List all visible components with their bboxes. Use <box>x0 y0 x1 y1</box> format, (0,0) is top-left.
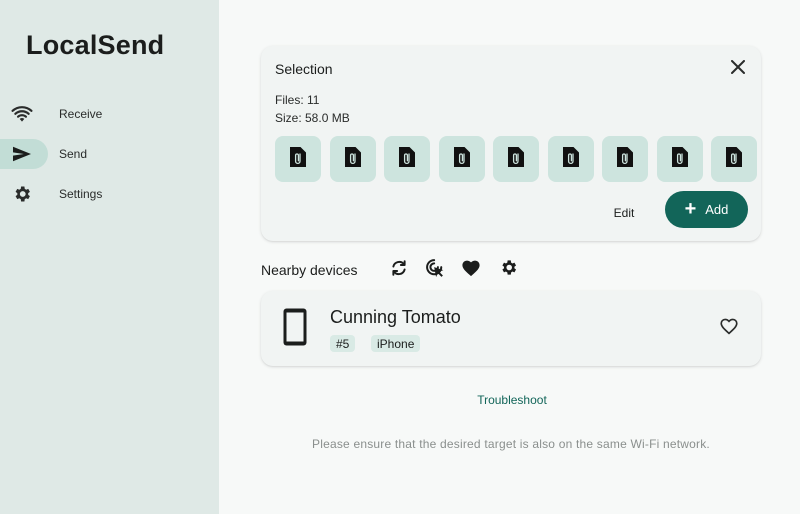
favorites-button[interactable] <box>461 260 481 280</box>
attachment-file-icon <box>671 146 689 173</box>
attachment-file-icon <box>725 146 743 173</box>
sidebar-item-settings-label[interactable]: Settings <box>59 187 102 201</box>
device-type-badge: iPhone <box>371 335 421 352</box>
network-hint: Please ensure that the desired target is… <box>312 437 710 451</box>
files-count: Files: 11 <box>275 93 320 107</box>
refresh-button[interactable] <box>389 259 409 282</box>
attachment-file-icon <box>398 146 416 173</box>
attachment-file-icon <box>453 146 471 173</box>
send-icon <box>10 143 34 165</box>
file-thumbnail[interactable] <box>384 136 430 182</box>
close-selection-button[interactable] <box>727 58 749 80</box>
file-thumbnail[interactable] <box>547 136 594 182</box>
plus-icon: + <box>684 197 697 220</box>
sidebar-item-receive[interactable] <box>0 99 48 129</box>
phone-icon <box>281 307 309 347</box>
device-name: Cunning Tomato <box>330 307 461 327</box>
edit-button[interactable]: Edit <box>601 201 647 225</box>
sidebar-item-receive-label[interactable]: Receive <box>59 107 102 121</box>
nearby-devices-heading: Nearby devices <box>261 262 358 278</box>
scan-target-icon <box>425 258 445 283</box>
sidebar-item-send-label[interactable]: Send <box>59 147 87 161</box>
selected-files-row[interactable] <box>275 136 757 182</box>
device-id-badge: #5 <box>330 335 356 352</box>
app-title: LocalSend <box>26 30 165 60</box>
attachment-file-icon <box>289 146 307 173</box>
add-button[interactable]: + Add <box>665 191 748 228</box>
send-settings-button[interactable] <box>498 260 518 280</box>
main-panel: Selection Files: 11 Size: 58.0 MB Edit +… <box>219 0 800 514</box>
selection-card: Selection Files: 11 Size: 58.0 MB Edit +… <box>261 46 761 241</box>
refresh-icon <box>390 259 408 282</box>
sidebar: LocalSend Receive Send Settings <box>0 0 219 514</box>
settings-gear-icon <box>499 258 518 282</box>
attachment-file-icon <box>507 146 525 173</box>
wifi-icon <box>10 103 34 125</box>
add-button-label: Add <box>705 202 729 217</box>
file-thumbnail[interactable] <box>493 136 539 182</box>
file-thumbnail[interactable] <box>711 136 757 182</box>
device-card[interactable]: Cunning Tomato #5 iPhone <box>261 291 761 366</box>
attachment-file-icon <box>616 146 634 173</box>
gear-icon <box>10 183 34 205</box>
file-thumbnail[interactable] <box>656 136 703 182</box>
files-size: Size: 58.0 MB <box>275 111 350 125</box>
attachment-file-icon <box>344 146 362 173</box>
favorite-device-button[interactable] <box>718 317 740 339</box>
heart-outline-icon <box>719 317 739 340</box>
attachment-file-icon <box>562 146 580 173</box>
file-thumbnail[interactable] <box>602 136 648 182</box>
close-icon <box>731 59 745 79</box>
troubleshoot-link[interactable]: Troubleshoot <box>469 393 555 409</box>
favorites-heart-icon <box>461 259 481 282</box>
selection-title: Selection <box>275 61 333 77</box>
manual-target-button[interactable] <box>425 258 445 283</box>
file-thumbnail[interactable] <box>438 136 485 182</box>
file-thumbnail[interactable] <box>329 136 376 182</box>
file-thumbnail[interactable] <box>275 136 321 182</box>
sidebar-item-send[interactable] <box>0 139 48 169</box>
sidebar-item-settings[interactable] <box>0 179 48 209</box>
